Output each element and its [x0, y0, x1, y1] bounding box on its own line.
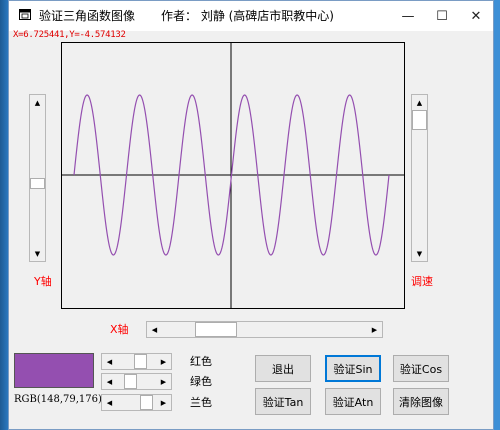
- verify-cos-button[interactable]: 验证Cos: [393, 355, 449, 382]
- green-scroll-thumb[interactable]: [124, 374, 137, 389]
- color-swatch: [14, 353, 94, 388]
- y-axis-label: Y轴: [34, 275, 52, 288]
- red-scroll-thumb[interactable]: [134, 354, 147, 369]
- blue-scrollbar[interactable]: ◀ ▶: [101, 394, 172, 411]
- plot-area[interactable]: [61, 42, 405, 309]
- scroll-left-icon[interactable]: ◀: [147, 322, 162, 337]
- maximize-icon: ☐: [436, 8, 448, 24]
- verify-tan-button[interactable]: 验证Tan: [255, 388, 311, 415]
- scroll-up-icon[interactable]: ▲: [412, 95, 427, 110]
- maximize-button[interactable]: ☐: [425, 1, 459, 31]
- close-button[interactable]: ✕: [459, 1, 493, 31]
- clear-plot-button[interactable]: 清除图像: [393, 388, 449, 415]
- window-title: 验证三角函数图像: [39, 9, 136, 23]
- y-axis-scroll-thumb[interactable]: [30, 178, 45, 189]
- app-icon: [19, 9, 31, 20]
- minimize-icon: —: [401, 8, 415, 24]
- verify-sin-button[interactable]: 验证Sin: [325, 355, 381, 382]
- scroll-up-icon[interactable]: ▲: [30, 95, 45, 110]
- scroll-down-icon[interactable]: ▼: [30, 246, 45, 261]
- minimize-button[interactable]: —: [391, 1, 425, 31]
- rgb-value: RGB(148,79,176): [14, 394, 102, 405]
- x-axis-scrollbar[interactable]: ◀ ▶: [146, 321, 383, 338]
- x-axis-scroll-thumb[interactable]: [195, 322, 237, 337]
- scroll-left-icon[interactable]: ◀: [102, 354, 117, 369]
- speed-scroll-thumb[interactable]: [412, 110, 427, 130]
- scroll-right-icon[interactable]: ▶: [156, 354, 171, 369]
- plot-canvas: [62, 43, 404, 308]
- scroll-right-icon[interactable]: ▶: [156, 395, 171, 410]
- scroll-right-icon[interactable]: ▶: [156, 374, 171, 389]
- red-label: 红色: [190, 355, 212, 368]
- green-scrollbar[interactable]: ◀ ▶: [101, 373, 172, 390]
- verify-atn-button[interactable]: 验证Atn: [325, 388, 381, 415]
- scroll-right-icon[interactable]: ▶: [367, 322, 382, 337]
- scroll-left-icon[interactable]: ◀: [102, 395, 117, 410]
- red-scrollbar[interactable]: ◀ ▶: [101, 353, 172, 370]
- speed-scrollbar[interactable]: ▲ ▼: [411, 94, 428, 262]
- title-bar[interactable]: 验证三角函数图像 作者： 刘静 (高碑店市职教中心) — ☐ ✕: [9, 1, 493, 31]
- scroll-down-icon[interactable]: ▼: [412, 246, 427, 261]
- coordinate-readout: X=6.725441,Y=-4.574132: [13, 30, 126, 40]
- close-icon: ✕: [470, 8, 482, 24]
- blue-scroll-thumb[interactable]: [140, 395, 153, 410]
- y-axis-scrollbar[interactable]: ▲ ▼: [29, 94, 46, 262]
- exit-button[interactable]: 退出: [255, 355, 311, 382]
- app-window: 验证三角函数图像 作者： 刘静 (高碑店市职教中心) — ☐ ✕ X=6.725…: [8, 0, 494, 430]
- blue-label: 兰色: [190, 396, 212, 409]
- scroll-left-icon[interactable]: ◀: [102, 374, 117, 389]
- speed-label: 调速: [411, 275, 433, 288]
- x-axis-label: X轴: [110, 323, 129, 336]
- green-label: 绿色: [190, 375, 212, 388]
- author-info: 作者： 刘静 (高碑店市职教中心): [161, 9, 334, 23]
